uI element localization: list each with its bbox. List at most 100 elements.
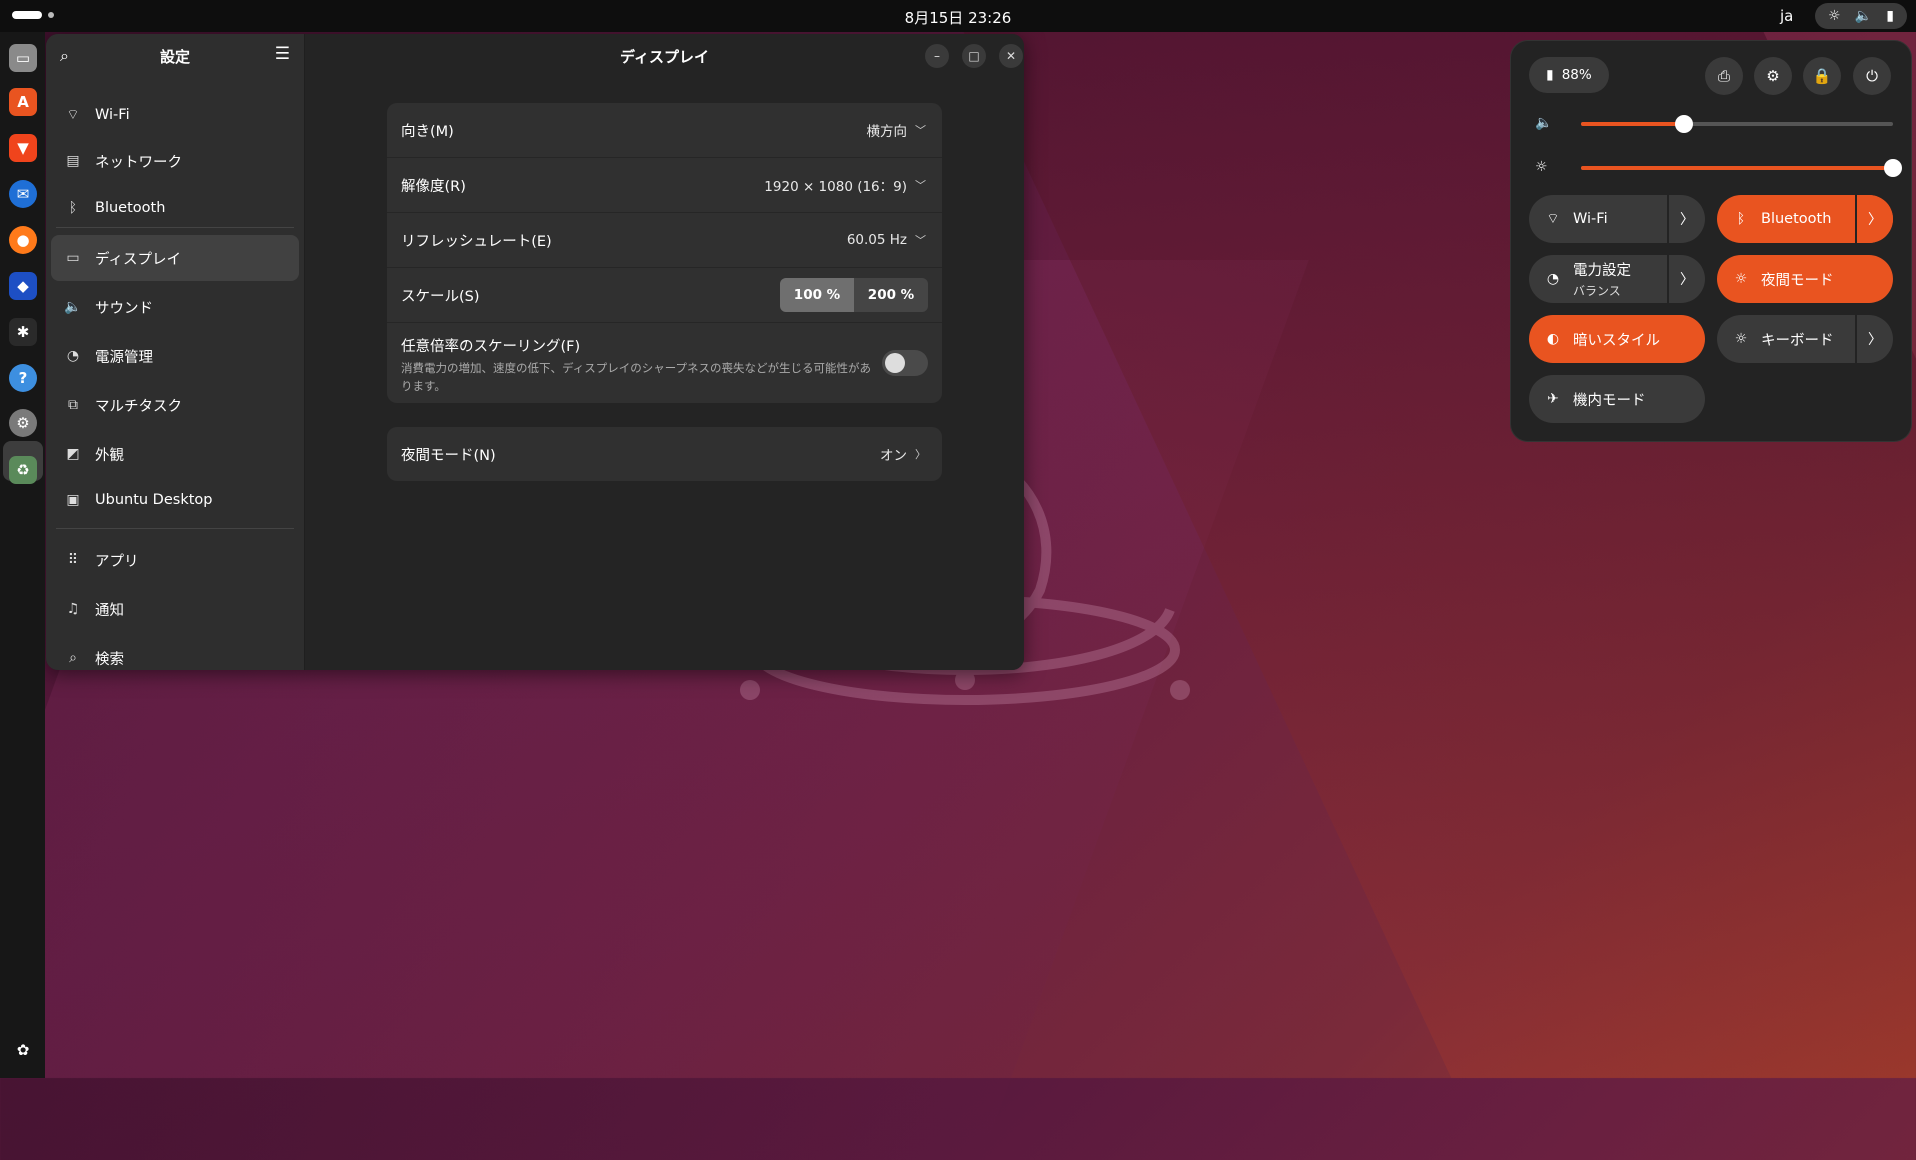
sidebar-item-ubuntu-desktop[interactable]: ▣ Ubuntu Desktop xyxy=(51,477,299,523)
volume-slider[interactable]: 🔈 xyxy=(1529,112,1899,136)
sidebar-item-label: アプリ xyxy=(95,553,139,570)
display-icon: ▭ xyxy=(66,250,80,266)
sidebar-item-search[interactable]: ⌕ 検索 xyxy=(51,635,299,670)
power-mode-icon: ◔ xyxy=(1546,271,1560,287)
settings-app-icon[interactable]: ⚙ xyxy=(9,409,37,437)
power-mode-sublabel: バランス xyxy=(1573,284,1621,298)
night-light-tile[interactable]: ☼ 夜間モード xyxy=(1717,255,1893,303)
night-light-icon: ☼ xyxy=(1734,271,1748,287)
clock[interactable]: 8月15日 23:26 xyxy=(0,7,1916,28)
sidebar-item-network[interactable]: ▤ ネットワーク xyxy=(51,138,299,184)
sidebar-item-label: ディスプレイ xyxy=(95,251,181,268)
sidebar-item-display[interactable]: ▭ ディスプレイ xyxy=(51,235,299,281)
sidebar-item-bluetooth[interactable]: ᛒ Bluetooth xyxy=(51,185,299,231)
minimize-button[interactable]: – xyxy=(925,44,949,68)
input-language[interactable]: ja xyxy=(1780,7,1793,25)
scale-option-200[interactable]: 200 % xyxy=(854,278,928,312)
wifi-tile[interactable]: ⌔ Wi-Fi 〉 xyxy=(1529,195,1705,243)
sidebar-item-label: 外観 xyxy=(95,447,124,464)
wifi-tile-label: Wi-Fi xyxy=(1573,211,1608,227)
menu-icon[interactable]: ☰ xyxy=(275,44,290,64)
sidebar-item-wifi[interactable]: ⌔ Wi-Fi xyxy=(51,92,299,138)
show-apps-icon[interactable]: ✿ xyxy=(9,1036,37,1064)
fractional-scaling-toggle[interactable] xyxy=(882,350,928,376)
keyboard-tile[interactable]: ☼ キーボード 〉 xyxy=(1717,315,1893,363)
power-mode-text: 電力設定 バランス xyxy=(1573,259,1631,299)
resolution-row[interactable]: 解像度(R) 1920 × 1080 (16：9) ﹀ xyxy=(387,158,942,213)
scale-option-100[interactable]: 100 % xyxy=(780,278,854,312)
night-mode-card: 夜間モード(N) オン〉 xyxy=(387,427,942,481)
bitwarden-icon[interactable]: ◆ xyxy=(9,272,37,300)
battery-button[interactable]: ▮ 88% xyxy=(1529,57,1609,93)
sidebar-item-apps[interactable]: ⠿ アプリ xyxy=(51,537,299,583)
wifi-expand-button[interactable]: 〉 xyxy=(1667,195,1705,243)
multitasking-icon: ⧉ xyxy=(68,397,78,413)
scale-selector: 100 % 200 % xyxy=(780,278,928,312)
sidebar-item-label: 検索 xyxy=(95,651,124,668)
battery-level: 88% xyxy=(1561,67,1592,83)
power-mode-expand-button[interactable]: 〉 xyxy=(1667,255,1705,303)
settings-button[interactable]: ⚙ xyxy=(1754,57,1792,95)
ubuntu-desktop-icon: ▣ xyxy=(66,492,80,508)
sidebar-item-multitasking[interactable]: ⧉ マルチタスク xyxy=(51,382,299,428)
power-mode-tile[interactable]: ◔ 電力設定 バランス 〉 xyxy=(1529,255,1705,303)
fractional-scaling-row: 任意倍率のスケーリング(F) 消費電力の増加、速度の低下、ディスプレイのシャープ… xyxy=(387,323,942,403)
maximize-button[interactable]: □ xyxy=(962,44,986,68)
power-button[interactable]: ⏻ xyxy=(1853,57,1891,95)
bluetooth-tile[interactable]: ᛒ Bluetooth 〉 xyxy=(1717,195,1893,243)
dark-style-tile-label: 暗いスタイル xyxy=(1573,332,1660,349)
appearance-icon: ◩ xyxy=(66,446,80,462)
help-icon[interactable]: ? xyxy=(9,364,37,392)
screenshot-button[interactable]: ⎙ xyxy=(1705,57,1743,95)
brightness-slider-thumb[interactable] xyxy=(1884,159,1902,177)
resolution-value: 1920 × 1080 (16：9) xyxy=(764,179,907,195)
files-icon[interactable]: ▭ xyxy=(9,44,37,72)
top-bar: 8月15日 23:26 ja ☼ 🔈 ▮ xyxy=(0,0,1916,32)
lock-button[interactable]: 🔒 xyxy=(1803,57,1841,95)
fractional-scaling-description: 消費電力の増加、速度の低下、ディスプレイのシャープネスの喪失などが生じる可能性が… xyxy=(401,361,871,393)
keyboard-backlight-icon: ☼ xyxy=(1734,331,1748,347)
bluetooth-expand-button[interactable]: 〉 xyxy=(1855,195,1893,243)
display-panel: ディスプレイ – □ ✕ 向き(M) 横方向 ﹀ 解像度(R) 1920 × 10… xyxy=(305,34,1024,670)
sidebar-item-sound[interactable]: 🔈 サウンド xyxy=(51,284,299,330)
trash-icon[interactable]: ♻ xyxy=(9,456,37,484)
settings-sidebar: ⌕ 設定 ☰ ⌔ Wi-Fi ▤ ネットワーク ᛒ Bluetooth ▭ ディ… xyxy=(46,34,305,670)
resolution-label: 解像度(R) xyxy=(401,178,466,195)
sidebar-item-label: マルチタスク xyxy=(95,398,182,415)
sidebar-item-notifications[interactable]: ♫ 通知 xyxy=(51,586,299,632)
bluetooth-tile-label: Bluetooth xyxy=(1761,211,1832,227)
battery-icon: ▮ xyxy=(1886,8,1894,24)
close-button[interactable]: ✕ xyxy=(999,44,1023,68)
search-icon: ⌕ xyxy=(69,650,77,666)
app-center-icon[interactable]: A xyxy=(9,88,37,116)
window-title: ディスプレイ xyxy=(620,48,709,66)
dock: ▭ A ▼ ✉ ● ◆ ✱ ? ⚙ ♻ ✿ xyxy=(0,32,45,1078)
brightness-slider[interactable]: ☼ xyxy=(1529,156,1902,180)
system-tray[interactable]: ☼ 🔈 ▮ xyxy=(1815,3,1907,29)
keyboard-expand-button[interactable]: 〉 xyxy=(1855,315,1893,363)
sidebar-item-label: Ubuntu Desktop xyxy=(95,492,213,508)
apps-grid-icon: ⠿ xyxy=(67,552,79,568)
volume-icon: 🔈 xyxy=(1854,8,1873,24)
dark-style-icon: ◐ xyxy=(1546,331,1560,347)
sidebar-item-power[interactable]: ◔ 電源管理 xyxy=(51,333,299,379)
volume-slider-thumb[interactable] xyxy=(1674,115,1693,133)
wifi-icon: ⌔ xyxy=(66,107,80,123)
thunderbird-icon[interactable]: ✉ xyxy=(9,180,37,208)
network-icon: ▤ xyxy=(66,153,80,169)
keyboard-tile-label: キーボード xyxy=(1761,332,1834,349)
refresh-rate-label: リフレッシュレート(E) xyxy=(401,233,552,250)
dark-style-tile[interactable]: ◐ 暗いスタイル xyxy=(1529,315,1705,363)
chevron-down-icon: ﹀ xyxy=(915,179,926,192)
night-mode-row[interactable]: 夜間モード(N) オン〉 xyxy=(387,427,942,481)
sidebar-item-appearance[interactable]: ◩ 外観 xyxy=(51,431,299,477)
slack-icon[interactable]: ✱ xyxy=(9,318,37,346)
firefox-icon[interactable]: ● xyxy=(9,226,37,254)
orientation-row[interactable]: 向き(M) 横方向 ﹀ xyxy=(387,103,942,158)
chevron-down-icon: ﹀ xyxy=(915,124,926,137)
chevron-right-icon: 〉 xyxy=(915,448,926,461)
airplane-mode-tile[interactable]: ✈ 機内モード xyxy=(1529,375,1705,423)
sidebar-title: 設定 xyxy=(159,48,190,66)
refresh-rate-row[interactable]: リフレッシュレート(E) 60.05 Hz ﹀ xyxy=(387,213,942,268)
brave-browser-icon[interactable]: ▼ xyxy=(9,134,37,162)
